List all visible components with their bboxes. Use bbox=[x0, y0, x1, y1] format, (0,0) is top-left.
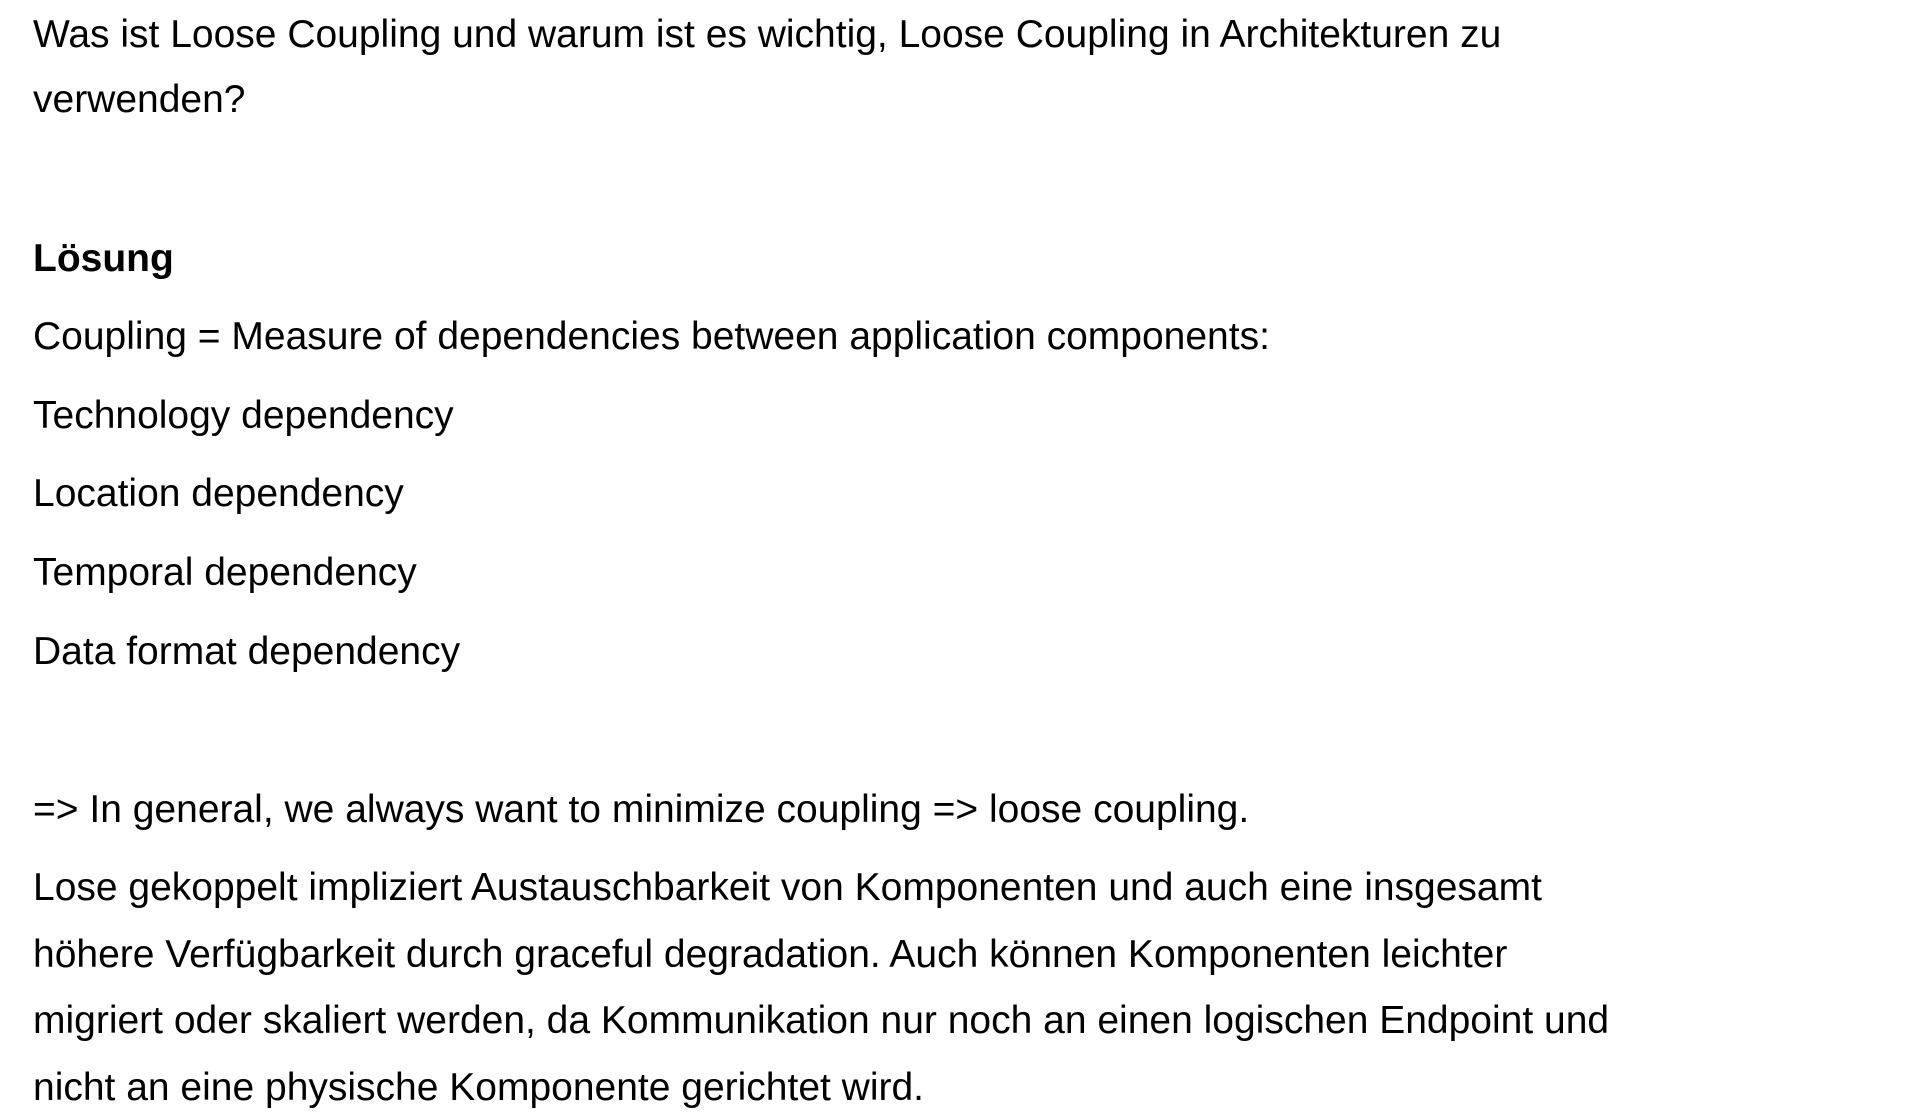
question-line: verwenden? bbox=[33, 78, 246, 121]
explanation-line: Lose gekoppelt impliziert Austauschbarke… bbox=[33, 866, 1542, 909]
explanation-line: höhere Verfügbarkeit durch graceful degr… bbox=[33, 933, 1508, 976]
dependency-item: Data format dependency bbox=[33, 630, 461, 673]
coupling-definition: Coupling = Measure of dependencies betwe… bbox=[33, 315, 1270, 358]
conclusion: => In general, we always want to minimiz… bbox=[33, 788, 1250, 831]
dependency-item: Technology dependency bbox=[33, 394, 454, 437]
solution-heading: Lösung bbox=[33, 237, 174, 280]
question-line: Was ist Loose Coupling und warum ist es … bbox=[33, 13, 1502, 56]
dependency-item: Temporal dependency bbox=[33, 551, 417, 594]
dependency-item: Location dependency bbox=[33, 472, 404, 515]
explanation-line: migriert oder skaliert werden, da Kommun… bbox=[33, 999, 1610, 1042]
explanation-line: nicht an eine physische Komponente geric… bbox=[33, 1066, 925, 1109]
